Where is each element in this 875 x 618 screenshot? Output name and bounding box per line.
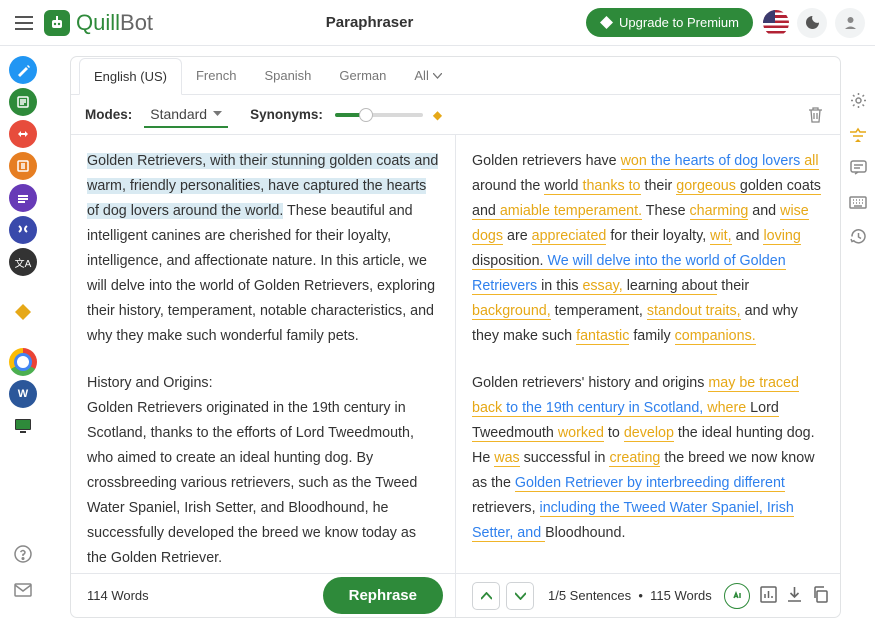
chrome-extension-icon[interactable] [9, 348, 37, 376]
language-tabs: English (US) French Spanish German All [71, 57, 840, 95]
settings-icon[interactable] [846, 88, 870, 112]
hamburger-menu[interactable] [10, 9, 38, 37]
sidebar-item-5[interactable] [9, 184, 37, 212]
sidebar-item-2[interactable] [9, 88, 37, 116]
sidebar-item-4[interactable] [9, 152, 37, 180]
desktop-app-icon[interactable] [9, 412, 37, 440]
lang-tab-french[interactable]: French [182, 57, 250, 94]
sidebar-item-3[interactable] [9, 120, 37, 148]
prev-sentence-button[interactable] [472, 582, 500, 610]
lang-tab-all[interactable]: All [400, 57, 455, 94]
premium-diamond-icon: ◆ [433, 108, 442, 122]
sidebar-item-7[interactable]: 文A [9, 248, 37, 276]
copy-icon[interactable] [812, 586, 828, 606]
logo[interactable]: QuillBot [44, 10, 153, 36]
output-status: 1/5 Sentences • 115 Words [548, 588, 712, 603]
sidebar-item-6[interactable] [9, 216, 37, 244]
mail-icon[interactable] [9, 576, 37, 604]
word-addon-icon[interactable]: W [9, 380, 37, 408]
clear-button[interactable] [804, 104, 826, 126]
premium-icon[interactable] [9, 298, 37, 326]
sidebar-item-1[interactable] [9, 56, 37, 84]
mode-selector[interactable]: Standard [144, 102, 228, 128]
theme-toggle-icon[interactable] [797, 8, 827, 38]
synonyms-label: Synonyms: [250, 107, 323, 122]
modes-label: Modes: [85, 107, 132, 122]
feedback-icon[interactable] [846, 156, 870, 180]
next-sentence-button[interactable] [506, 582, 534, 610]
lang-tab-english[interactable]: English (US) [79, 58, 182, 95]
logo-icon [44, 10, 70, 36]
rephrase-button[interactable]: Rephrase [323, 577, 443, 614]
logo-text: QuillBot [76, 10, 153, 36]
lang-tab-spanish[interactable]: Spanish [250, 57, 325, 94]
language-flag-icon[interactable] [763, 10, 789, 36]
synonyms-slider[interactable] [335, 113, 423, 117]
download-icon[interactable] [787, 586, 802, 606]
account-icon[interactable] [835, 8, 865, 38]
upgrade-premium-button[interactable]: Upgrade to Premium [586, 8, 753, 37]
lang-tab-german[interactable]: German [325, 57, 400, 94]
help-icon[interactable] [9, 540, 37, 568]
page-title: Paraphraser [153, 14, 586, 31]
tone-icon[interactable] [724, 583, 750, 609]
output-text-area[interactable]: Golden retrievers have won the hearts of… [456, 135, 840, 573]
analytics-icon[interactable] [760, 586, 777, 606]
compare-premium-icon[interactable] [846, 122, 870, 146]
input-word-count: 114 Words [87, 588, 149, 603]
history-icon[interactable] [846, 224, 870, 248]
keyboard-icon[interactable] [846, 190, 870, 214]
input-text-area[interactable]: Golden Retrievers, with their stunning g… [71, 135, 455, 573]
